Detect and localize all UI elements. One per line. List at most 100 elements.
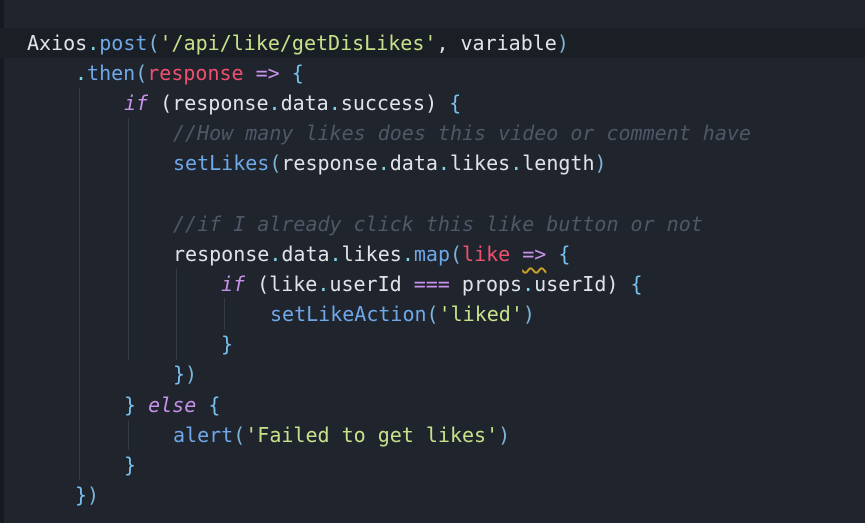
dot: . bbox=[329, 242, 342, 266]
arrow-operator: => bbox=[243, 61, 292, 85]
dot: . bbox=[269, 242, 282, 266]
code-text: alert('Failed to get likes') bbox=[173, 420, 510, 450]
dot: . bbox=[510, 151, 523, 175]
dot: . bbox=[328, 91, 341, 115]
code-text: setLikes(response.data.likes.length) bbox=[173, 148, 607, 178]
paren: ( bbox=[269, 151, 282, 175]
operator: === bbox=[401, 272, 462, 296]
dot: . bbox=[401, 242, 414, 266]
identifier: response bbox=[172, 91, 269, 115]
string-literal: '/api/like/getDisLikes' bbox=[159, 31, 437, 55]
arrow-operator-warning[interactable]: => bbox=[522, 242, 546, 266]
code-editor[interactable]: Axios.post('/api/like/getDisLikes', vari… bbox=[0, 0, 865, 523]
code-text: .then(response => { bbox=[75, 58, 304, 88]
paren: ) bbox=[87, 483, 100, 507]
brace: { bbox=[630, 272, 643, 296]
string-literal: 'liked' bbox=[438, 302, 523, 326]
code-line[interactable]: if (response.data.success) { bbox=[0, 88, 865, 118]
comment: //How many likes does this video or comm… bbox=[173, 121, 751, 145]
dot: . bbox=[87, 31, 100, 55]
code-line[interactable]: setLikes(response.data.likes.length) bbox=[0, 148, 865, 178]
keyword: if bbox=[124, 91, 149, 115]
code-text: Axios.post('/api/like/getDisLikes', vari… bbox=[27, 28, 569, 58]
code-line[interactable]: } bbox=[0, 450, 865, 480]
function-name: post bbox=[99, 31, 148, 55]
brace: } bbox=[124, 393, 149, 417]
identifier: data bbox=[280, 91, 329, 115]
paren: ( bbox=[148, 91, 173, 115]
function-name: alert bbox=[173, 423, 234, 447]
dot: . bbox=[522, 272, 535, 296]
identifier: Axios bbox=[27, 31, 88, 55]
code-line[interactable]: .then(response => { bbox=[0, 58, 865, 88]
code-text: if (like.userId === props.userId) { bbox=[221, 269, 643, 299]
brace: } bbox=[173, 362, 186, 386]
paren: ( bbox=[245, 272, 270, 296]
identifier: success bbox=[340, 91, 426, 115]
identifier: response bbox=[281, 151, 378, 175]
identifier: likes bbox=[341, 242, 402, 266]
code-text: response.data.likes.map(like => { bbox=[173, 239, 570, 269]
identifier: props bbox=[461, 272, 523, 296]
paren: ( bbox=[233, 423, 246, 447]
code-line[interactable]: } bbox=[0, 329, 865, 359]
paren: ) bbox=[185, 362, 198, 386]
comment: //if I already click this like button or… bbox=[173, 212, 703, 236]
paren: ( bbox=[147, 31, 160, 55]
code-text: }) bbox=[75, 480, 99, 510]
paren: ) bbox=[498, 423, 511, 447]
code-line[interactable]: //How many likes does this video or comm… bbox=[0, 118, 865, 148]
paren: ) bbox=[606, 272, 631, 296]
paren: ( bbox=[426, 302, 439, 326]
identifier: , variable bbox=[436, 31, 557, 55]
function-name: map bbox=[413, 242, 450, 266]
brace: { bbox=[208, 393, 221, 417]
identifier: data bbox=[281, 242, 330, 266]
code-line[interactable]: }) bbox=[0, 359, 865, 389]
parameter: response bbox=[147, 61, 244, 85]
identifier: length bbox=[522, 151, 595, 175]
keyword: else bbox=[148, 393, 197, 417]
paren: ) bbox=[522, 302, 535, 326]
brace: { bbox=[291, 61, 304, 85]
code-line[interactable]: }) bbox=[0, 480, 865, 510]
code-line[interactable]: alert('Failed to get likes') bbox=[0, 420, 865, 450]
identifier: userId bbox=[534, 272, 607, 296]
code-text: setLikeAction('liked') bbox=[270, 299, 535, 329]
dot: . bbox=[437, 151, 450, 175]
brace: { bbox=[558, 242, 571, 266]
code-line[interactable]: response.data.likes.map(like => { bbox=[0, 239, 865, 269]
identifier: data bbox=[389, 151, 438, 175]
paren: ) bbox=[594, 151, 607, 175]
string-literal: 'Failed to get likes' bbox=[245, 423, 499, 447]
dot: . bbox=[75, 61, 88, 85]
dot: . bbox=[268, 91, 281, 115]
code-line[interactable]: setLikeAction('liked') bbox=[0, 299, 865, 329]
identifier: userId bbox=[329, 272, 402, 296]
brace: } bbox=[221, 332, 234, 356]
identifier: likes bbox=[449, 151, 511, 175]
identifier: like bbox=[269, 272, 318, 296]
keyword: if bbox=[221, 272, 246, 296]
paren: ( bbox=[135, 61, 148, 85]
brace: } bbox=[124, 453, 137, 477]
code-text: if (response.data.success) { bbox=[124, 88, 461, 118]
code-line[interactable]: Axios.post('/api/like/getDisLikes', vari… bbox=[0, 28, 865, 58]
code-line[interactable]: //if I already click this like button or… bbox=[0, 209, 865, 239]
code-line[interactable]: } else { bbox=[0, 390, 865, 420]
dot: . bbox=[317, 272, 330, 296]
dot: . bbox=[377, 151, 390, 175]
paren: ( bbox=[449, 242, 463, 266]
function-name: setLikeAction bbox=[270, 302, 427, 326]
code-text: } else { bbox=[124, 390, 220, 420]
function-name: then bbox=[87, 61, 136, 85]
parameter: like bbox=[462, 242, 511, 266]
code-line[interactable]: if (like.userId === props.userId) { bbox=[0, 269, 865, 299]
identifier: response bbox=[173, 242, 270, 266]
brace: } bbox=[75, 483, 88, 507]
brace: { bbox=[449, 91, 462, 115]
code-text: }) bbox=[173, 359, 197, 389]
